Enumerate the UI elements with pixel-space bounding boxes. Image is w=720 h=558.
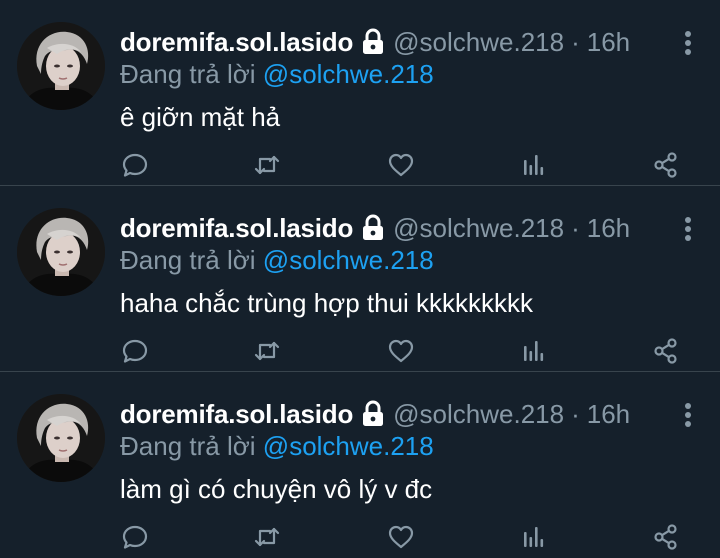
display-name[interactable]: doremifa.sol.lasido xyxy=(120,26,353,58)
replying-to: Đang trả lời @solchwe.218 xyxy=(120,244,434,276)
lock-icon xyxy=(361,400,385,428)
display-name[interactable]: doremifa.sol.lasido xyxy=(120,398,353,430)
retweet-icon[interactable] xyxy=(252,336,282,366)
more-vertical-icon[interactable] xyxy=(684,216,692,242)
lock-icon xyxy=(361,28,385,56)
replying-to: Đang trả lời @solchwe.218 xyxy=(120,430,434,462)
timeline: doremifa.sol.lasido @solchwe.218 · 16h Đ… xyxy=(0,0,720,558)
heart-icon[interactable] xyxy=(386,150,416,180)
tweet-actions xyxy=(120,150,690,184)
separator-dot: · xyxy=(571,399,580,429)
lock-icon xyxy=(361,214,385,242)
tweet-header: doremifa.sol.lasido @solchwe.218 · 16h xyxy=(120,398,630,430)
timestamp[interactable]: 16h xyxy=(587,212,630,244)
more-vertical-icon[interactable] xyxy=(684,30,692,56)
reply-prefix: Đang trả lời xyxy=(120,245,256,275)
timestamp[interactable]: 16h xyxy=(587,398,630,430)
analytics-icon[interactable] xyxy=(518,522,548,552)
retweet-icon[interactable] xyxy=(252,522,282,552)
avatar[interactable] xyxy=(17,208,105,296)
reply-icon[interactable] xyxy=(120,336,150,366)
separator-dot: · xyxy=(571,213,580,243)
avatar[interactable] xyxy=(17,22,105,110)
user-handle[interactable]: @solchwe.218 xyxy=(393,212,564,244)
display-name[interactable]: doremifa.sol.lasido xyxy=(120,212,353,244)
tweet-header: doremifa.sol.lasido @solchwe.218 · 16h xyxy=(120,26,630,58)
analytics-icon[interactable] xyxy=(518,336,548,366)
reply-mention-link[interactable]: @solchwe.218 xyxy=(263,245,434,275)
tweet-text: ê giỡn mặt hả xyxy=(120,102,281,132)
reply-icon[interactable] xyxy=(120,150,150,180)
replying-to: Đang trả lời @solchwe.218 xyxy=(120,58,434,90)
heart-icon[interactable] xyxy=(386,336,416,366)
tweet[interactable]: doremifa.sol.lasido @solchwe.218 · 16h Đ… xyxy=(0,372,720,558)
analytics-icon[interactable] xyxy=(518,150,548,180)
tweet-text: haha chắc trùng hợp thui kkkkkkkkk xyxy=(120,288,534,318)
avatar[interactable] xyxy=(17,394,105,482)
reply-prefix: Đang trả lời xyxy=(120,59,256,89)
tweet[interactable]: doremifa.sol.lasido @solchwe.218 · 16h Đ… xyxy=(0,0,720,186)
reply-mention-link[interactable]: @solchwe.218 xyxy=(263,431,434,461)
tweet-actions xyxy=(120,336,690,370)
tweet-text: làm gì có chuyện vô lý v đc xyxy=(120,474,433,504)
user-handle[interactable]: @solchwe.218 xyxy=(393,26,564,58)
more-vertical-icon[interactable] xyxy=(684,402,692,428)
share-icon[interactable] xyxy=(651,522,681,552)
share-icon[interactable] xyxy=(651,336,681,366)
reply-icon[interactable] xyxy=(120,522,150,552)
user-handle[interactable]: @solchwe.218 xyxy=(393,398,564,430)
timestamp[interactable]: 16h xyxy=(587,26,630,58)
share-icon[interactable] xyxy=(651,150,681,180)
separator-dot: · xyxy=(571,27,580,57)
tweet-actions xyxy=(120,522,690,556)
reply-mention-link[interactable]: @solchwe.218 xyxy=(263,59,434,89)
tweet-header: doremifa.sol.lasido @solchwe.218 · 16h xyxy=(120,212,630,244)
reply-prefix: Đang trả lời xyxy=(120,431,256,461)
retweet-icon[interactable] xyxy=(252,150,282,180)
tweet[interactable]: doremifa.sol.lasido @solchwe.218 · 16h Đ… xyxy=(0,186,720,372)
heart-icon[interactable] xyxy=(386,522,416,552)
